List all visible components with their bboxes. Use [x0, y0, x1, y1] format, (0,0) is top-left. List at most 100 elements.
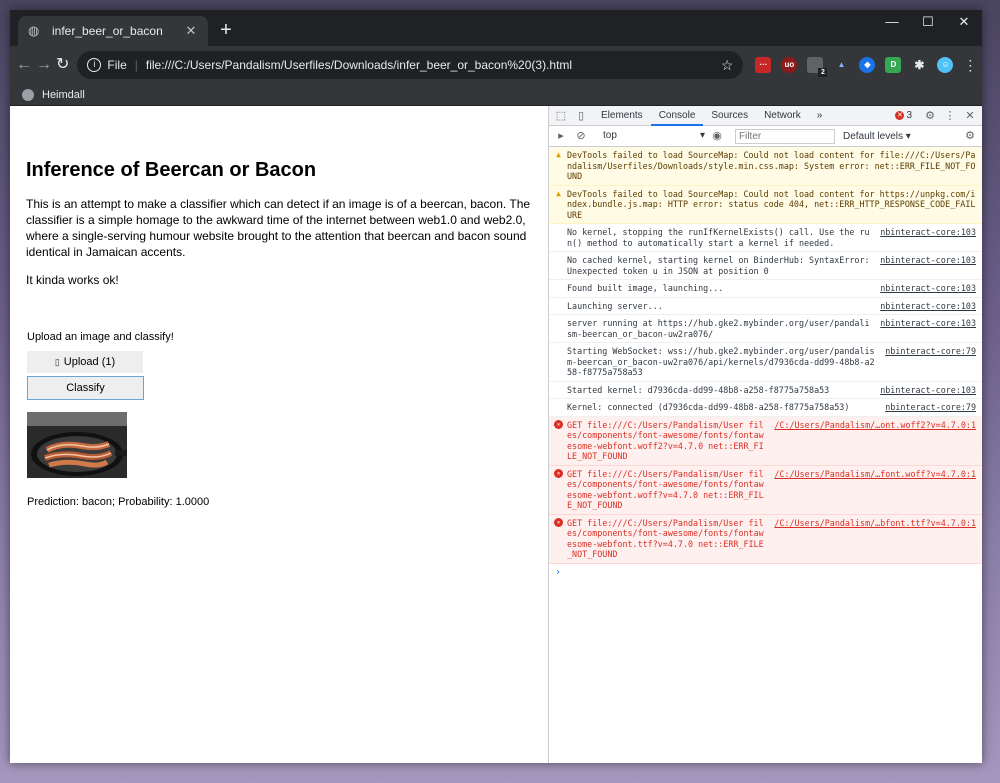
extension-badge-icon[interactable]: 2 — [807, 57, 828, 77]
bookmarks-bar: Heimdall — [10, 84, 982, 106]
console-message-source-link[interactable]: nbinteract-core:103 — [880, 301, 976, 312]
uploaded-image-thumbnail — [27, 412, 127, 478]
upload-label: Upload an image and classify! — [27, 331, 174, 343]
console-message: Starting WebSocket: wss://hub.gke2.mybin… — [549, 343, 982, 382]
upload-button[interactable]: ▯ Upload (1) — [27, 351, 143, 373]
info-icon[interactable]: i — [87, 58, 102, 72]
context-select[interactable]: top ▾ — [599, 128, 709, 144]
console-message-text: DevTools failed to load SourceMap: Could… — [567, 150, 976, 181]
url-scheme: File — [107, 58, 127, 72]
sidebar-toggle-icon[interactable]: ▸ — [553, 129, 569, 143]
classify-button[interactable]: Classify — [27, 376, 144, 400]
error-icon: ✕ — [554, 468, 563, 478]
chevron-down-icon: ▾ — [699, 130, 705, 141]
error-count-badge[interactable]: ✕ 3 — [895, 110, 912, 121]
log-levels-select[interactable]: Default levels ▾ — [843, 131, 943, 142]
clear-console-icon[interactable]: ⊘ — [573, 129, 589, 143]
extension-red-icon[interactable]: ··· — [755, 57, 772, 73]
console-message-source-link[interactable]: /C:/Users/Pandalism/…font.woff?v=4.7.0:1 — [774, 469, 976, 511]
browser-content: Inference of Beercan or Bacon This is an… — [10, 106, 982, 763]
extension-blue-icon[interactable]: ◆ — [859, 57, 876, 73]
console-prompt[interactable]: › — [549, 564, 982, 581]
minimize-button[interactable]: — — [874, 12, 910, 32]
bookmark-favicon-icon — [22, 88, 34, 101]
prediction-text: Prediction: bacon; Probability: 1.0000 — [27, 496, 210, 508]
console-message-text: Kernel: connected (d7936cda-dd99-48b8-a2… — [567, 402, 850, 412]
url-text[interactable]: file:///C:/Users/Pandalism/Userfiles/Dow… — [146, 58, 721, 72]
more-tabs-button[interactable]: » — [809, 106, 831, 126]
console-message-text: Found built image, launching... — [567, 283, 724, 293]
info-icon — [554, 318, 563, 327]
browser-tab[interactable]: ◍ infer_beer_or_bacon ✕ — [18, 16, 208, 46]
console-filter-input[interactable] — [735, 128, 835, 144]
console-message-source-link[interactable]: /C:/Users/Pandalism/…bfont.ttf?v=4.7.0:1 — [774, 518, 976, 560]
puzzle-icon[interactable]: ✱ — [911, 57, 927, 73]
drop-icon[interactable]: ▲ — [833, 57, 849, 73]
address-bar[interactable]: i File | file:///C:/Users/Pandalism/User… — [77, 51, 744, 79]
page-intro: This is an attempt to make a classifier … — [26, 197, 531, 259]
error-icon: ✕ — [895, 111, 905, 120]
console-message-text: Starting WebSocket: wss://hub.gke2.mybin… — [567, 346, 875, 377]
globe-icon: ◍ — [28, 23, 40, 38]
close-icon[interactable]: ✕ — [184, 23, 198, 39]
upload-icon: ▯ — [54, 356, 60, 367]
maximize-button[interactable]: ☐ — [910, 12, 946, 32]
info-icon — [554, 283, 563, 292]
settings-gear-icon[interactable]: ⚙ — [922, 109, 938, 123]
inspect-icon[interactable]: ⬚ — [553, 109, 569, 123]
console-settings-icon[interactable]: ⚙ — [962, 129, 978, 143]
console-message-source-link[interactable]: nbinteract-core:103 — [880, 385, 976, 396]
warning-icon: ▲ — [556, 150, 561, 159]
console-message-source-link[interactable]: nbinteract-core:103 — [880, 318, 976, 339]
console-message: server running at https://hub.gke2.mybin… — [549, 315, 982, 343]
console-message: Started kernel: d7936cda-dd99-48b8-a258-… — [549, 382, 982, 399]
console-message-text: DevTools failed to load SourceMap: Could… — [567, 188, 976, 220]
tab-console[interactable]: Console — [650, 106, 704, 126]
console-messages: ▲ DevTools failed to load SourceMap: Coul… — [549, 147, 982, 763]
tab-elements[interactable]: Elements — [593, 106, 651, 126]
menu-icon[interactable]: ⋮ — [963, 57, 977, 74]
bookmark-star-icon[interactable]: ☆ — [721, 57, 734, 74]
console-message-source-link[interactable]: nbinteract-core:79 — [885, 346, 976, 378]
console-message: ▲ DevTools failed to load SourceMap: Coul… — [549, 147, 982, 186]
console-message-source-link[interactable]: /C:/Users/Pandalism/…ont.woff2?v=4.7.0:1 — [774, 420, 976, 462]
back-button[interactable]: ← — [16, 52, 32, 78]
device-toggle-icon[interactable]: ▯ — [573, 109, 589, 123]
tab-strip: ◍ infer_beer_or_bacon ✕ + — ☐ ✕ — [10, 10, 982, 46]
new-tab-button[interactable]: + — [214, 19, 238, 43]
console-message: Found built image, launching... nbinterac… — [549, 280, 982, 298]
reload-button[interactable]: ↻ — [56, 52, 69, 78]
extension-green-icon[interactable]: D — [885, 57, 902, 73]
upload-button-label: Upload (1) — [63, 356, 116, 368]
tab-title: infer_beer_or_bacon — [52, 24, 163, 38]
console-message-source-link[interactable]: nbinteract-core:103 — [880, 227, 976, 248]
devtools-menu-icon[interactable]: ⋮ — [942, 109, 958, 123]
console-message-text: Launching server... — [567, 300, 663, 311]
close-devtools-icon[interactable]: ✕ — [962, 109, 978, 123]
avatar[interactable]: ☺ — [937, 57, 954, 73]
eye-icon[interactable]: ◉ — [709, 129, 725, 143]
bacon-pan-image — [27, 412, 127, 478]
ublock-icon[interactable]: uo — [781, 57, 798, 73]
console-message: No cached kernel, starting kernel on Bin… — [549, 252, 982, 280]
error-count: 3 — [906, 110, 912, 121]
console-message-source-link[interactable]: nbinteract-core:103 — [880, 283, 976, 294]
console-message-source-link[interactable]: nbinteract-core:79 — [885, 402, 976, 413]
console-message: ✕ GET file:///C:/Users/Pandalism/User fil… — [549, 465, 982, 515]
web-page: Inference of Beercan or Bacon This is an… — [10, 106, 548, 763]
console-message-source-link[interactable]: nbinteract-core:103 — [880, 255, 976, 276]
tab-sources[interactable]: Sources — [703, 106, 756, 126]
bookmark-heimdall[interactable]: Heimdall — [42, 89, 85, 101]
console-message: ✕ GET file:///C:/Users/Pandalism/User fil… — [549, 514, 982, 564]
devtools-panel: ⬚ ▯ Elements Console Sources Network » ✕… — [548, 106, 982, 763]
console-toolbar: ▸ ⊘ top ▾ ◉ Default levels ▾ ⚙ — [549, 126, 982, 147]
close-window-button[interactable]: ✕ — [946, 12, 982, 32]
info-icon — [554, 227, 563, 236]
tab-network[interactable]: Network — [756, 106, 809, 126]
info-icon — [554, 385, 563, 394]
error-icon: ✕ — [554, 419, 563, 429]
info-icon — [554, 255, 563, 264]
page-note: It kinda works ok! — [26, 273, 119, 287]
forward-button[interactable]: → — [36, 52, 52, 78]
page-title: Inference of Beercan or Bacon — [26, 159, 317, 181]
